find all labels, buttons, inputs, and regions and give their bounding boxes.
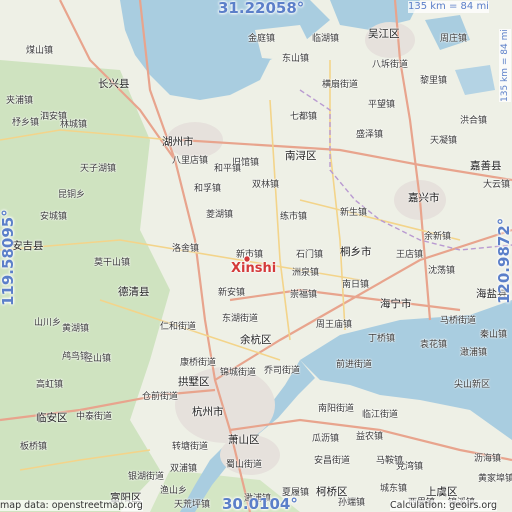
place-name: Xinshi — [231, 261, 277, 276]
latitude-top: 31.22058° — [218, 0, 305, 17]
map-canvas[interactable]: 金庭镇 临湖镇 吴江区 周庄镇 煤山镇 东山镇 八坼街道 长兴县 横扇街道 黎里镇 夹浦镇 平望镇 泗安… — [0, 0, 512, 512]
place-marker-layer — [243, 255, 251, 263]
latitude-bottom: 30.0104° — [222, 495, 298, 512]
longitude-right: 120.9872° — [495, 217, 512, 304]
scale-top: 135 km = 84 mi — [408, 1, 489, 13]
calculation-attribution[interactable]: Calculation: geoirs.org — [390, 500, 498, 511]
map-attribution[interactable]: map data: openstreetmap.org — [0, 500, 143, 511]
longitude-left: 119.58095° — [0, 209, 17, 306]
scale-right: 135 km = 84 mi — [499, 29, 511, 102]
